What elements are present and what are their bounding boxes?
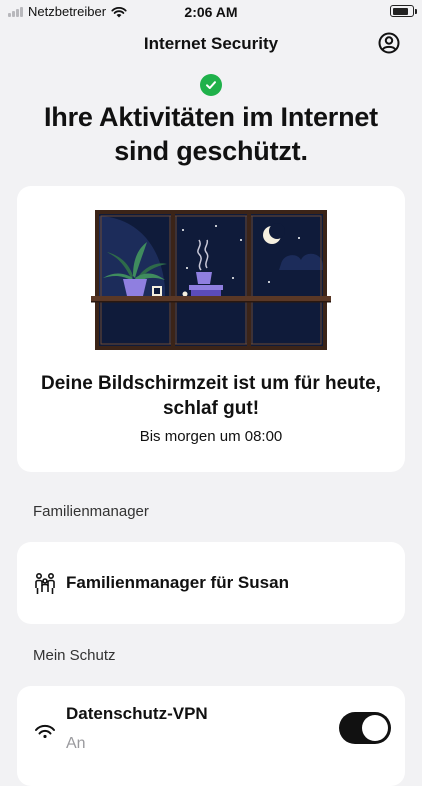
vpn-status: An [66,735,86,752]
screen-time-title: Deine Bildschirmzeit ist um für heute, s… [41,373,381,419]
night-window-illustration [91,210,331,350]
status-bar: Netzbetreiber 2:06 AM [0,0,422,24]
vpn-toggle[interactable] [339,712,391,744]
status-time: 2:06 AM [184,4,238,20]
family-manager-label: Familienmanager für Susan [66,573,289,592]
vpn-row[interactable]: Datenschutz-VPN An [17,686,405,786]
page-title: Internet Security [143,34,279,53]
screen-time-subtitle: Bis morgen um 08:00 [139,428,283,445]
wifi-shield-icon [35,724,55,738]
vpn-toggle-knob [362,715,388,741]
screen-time-card: Deine Bildschirmzeit ist um für heute, s… [17,186,405,472]
section-label-protection: Mein Schutz [33,647,116,664]
section-label-family: Familienmanager [33,503,149,520]
protection-headline: Ihre Aktivitäten im Internet sind geschü… [44,102,378,166]
vpn-label: Datenschutz-VPN [66,704,208,723]
protected-check-icon [200,74,222,96]
family-manager-row[interactable]: Familienmanager für Susan [17,542,405,624]
battery-icon [390,5,417,17]
account-icon[interactable] [378,32,400,54]
family-icon [35,572,55,594]
